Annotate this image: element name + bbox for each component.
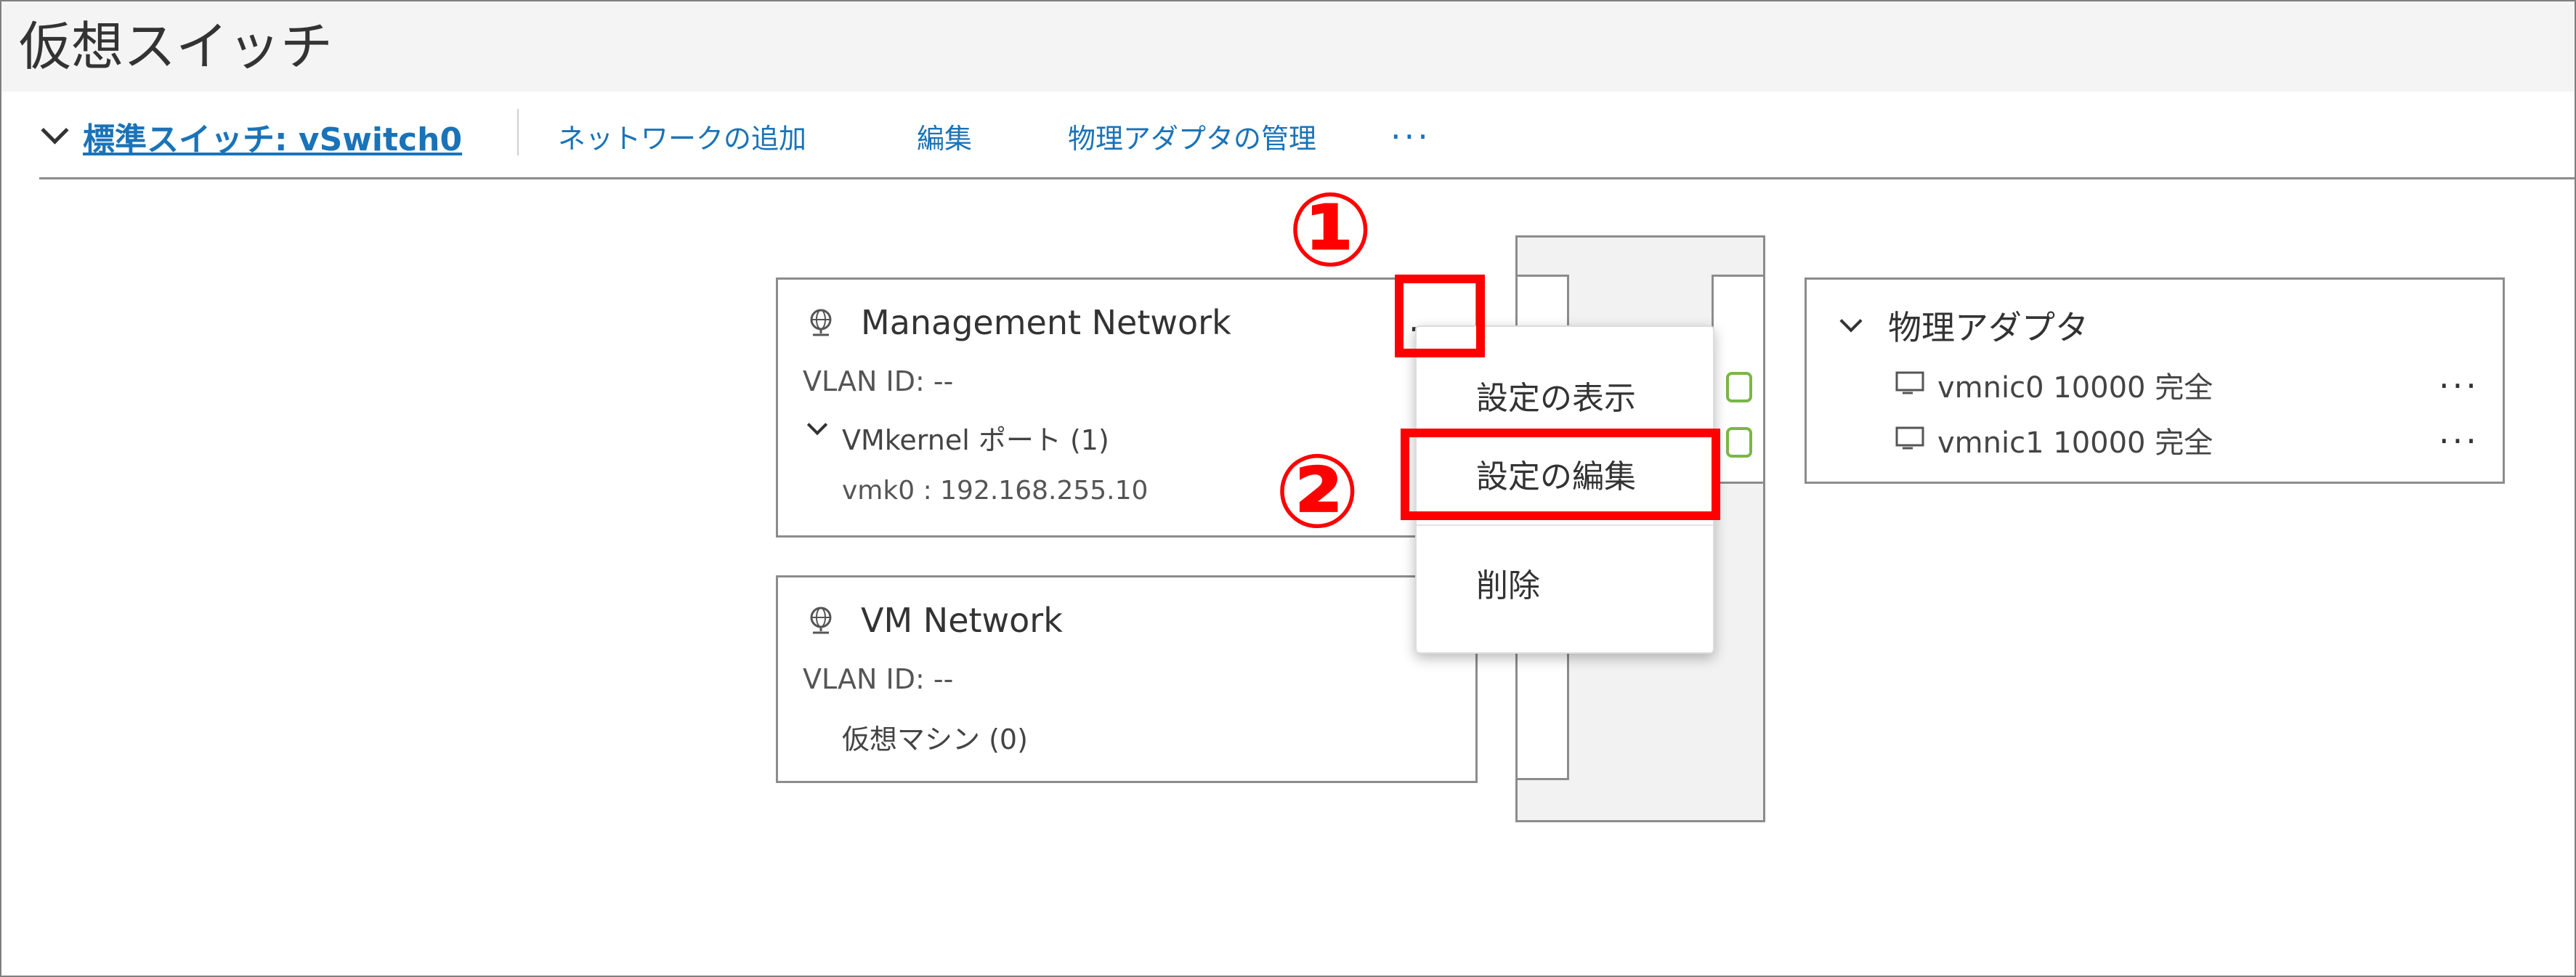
standard-switch-link[interactable]: 標準スイッチ: vSwitch0 bbox=[83, 113, 462, 160]
vmkernel-ports-toggle[interactable]: VMkernel ポート (1) bbox=[842, 418, 1109, 458]
chevron-down-icon[interactable] bbox=[806, 414, 828, 436]
vlan-id-label: VLAN ID: -- bbox=[803, 663, 954, 695]
menu-item-view-settings[interactable]: 設定の表示 bbox=[1476, 372, 1636, 418]
adapter-more-button[interactable]: ... bbox=[2439, 357, 2479, 396]
network-adapter-icon bbox=[1895, 371, 1924, 394]
port-group-name: VM Network bbox=[861, 601, 1063, 640]
network-adapter-icon bbox=[1895, 426, 1924, 450]
chevron-down-icon[interactable] bbox=[1839, 309, 1863, 333]
port-group-name: Management Network bbox=[861, 303, 1231, 342]
add-network-button[interactable]: ネットワークの追加 bbox=[558, 116, 806, 156]
uplink-port-icon bbox=[1726, 427, 1752, 458]
vlan-id-label: VLAN ID: -- bbox=[803, 365, 954, 397]
toolbar-divider bbox=[517, 109, 519, 155]
title-bar bbox=[1, 1, 2575, 92]
uplink-port-icon bbox=[1726, 372, 1752, 402]
page-title: 仮想スイッチ bbox=[19, 16, 333, 77]
toolbar-more-button[interactable]: ... bbox=[1390, 108, 1431, 147]
step-1-marker: ① bbox=[1287, 171, 1374, 290]
vmkernel-port-address: vmk0 : 192.168.255.10 bbox=[842, 476, 1149, 506]
switch-toolbar: 標準スイッチ: vSwitch0 ネットワークの追加 編集 物理アダプタの管理 … bbox=[1, 103, 2575, 173]
adapter-more-button[interactable]: ... bbox=[2439, 412, 2479, 451]
manage-physical-adapters-button[interactable]: 物理アダプタの管理 bbox=[1068, 116, 1316, 156]
menu-separator bbox=[1417, 524, 1713, 526]
highlight-more-button bbox=[1395, 275, 1485, 357]
virtual-switch-panel: 仮想スイッチ 標準スイッチ: vSwitch0 ネットワークの追加 編集 物理ア… bbox=[0, 0, 2576, 977]
port-group-card-vm-network: VM Network VLAN ID: -- 仮想マシン (0) bbox=[776, 575, 1478, 783]
step-2-marker: ② bbox=[1274, 433, 1361, 551]
physical-adapter-row[interactable]: vmnic1 10000 完全 bbox=[1937, 419, 2213, 461]
physical-adapters-card: 物理アダプタ vmnic0 10000 完全 ... vmnic1 10000 … bbox=[1805, 277, 2505, 484]
chevron-down-icon[interactable] bbox=[41, 116, 69, 145]
highlight-edit-settings bbox=[1401, 429, 1720, 520]
physical-adapters-title: 物理アダプタ bbox=[1888, 308, 2089, 347]
virtual-machines-count: 仮想マシン (0) bbox=[842, 723, 1028, 755]
network-icon bbox=[810, 607, 832, 634]
port-group-card-management: Management Network ... VLAN ID: -- VMker… bbox=[776, 277, 1478, 538]
edit-button[interactable]: 編集 bbox=[917, 116, 972, 156]
physical-adapter-row[interactable]: vmnic0 10000 完全 bbox=[1937, 364, 2213, 406]
menu-item-delete[interactable]: 削除 bbox=[1476, 559, 1540, 606]
network-icon bbox=[810, 309, 832, 336]
